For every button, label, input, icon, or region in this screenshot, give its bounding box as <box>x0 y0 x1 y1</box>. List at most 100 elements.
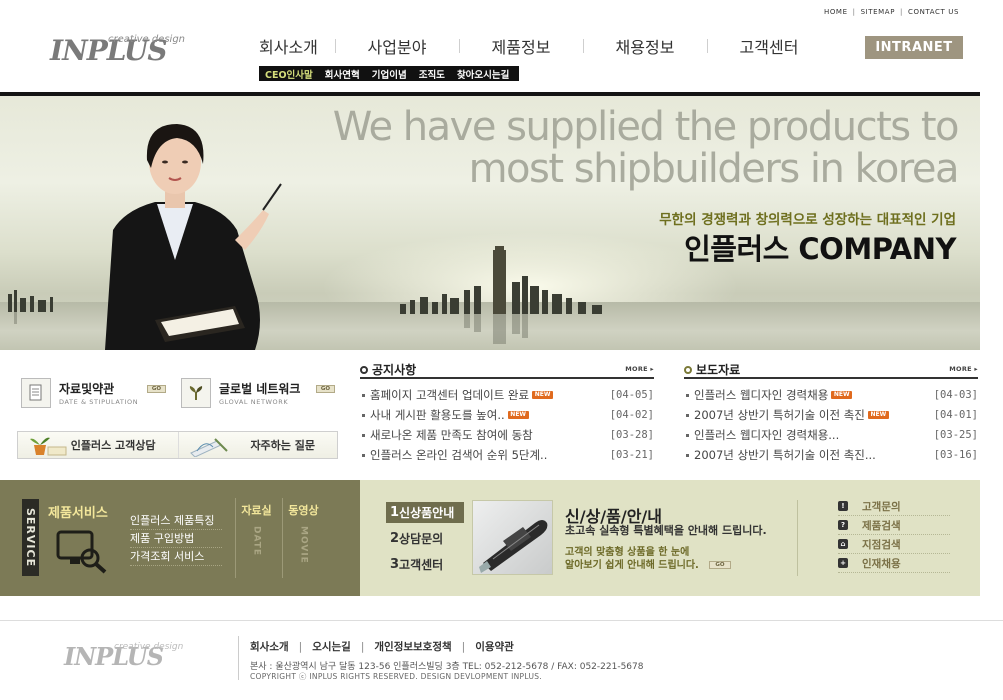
hero-banner: We have supplied the products to most sh… <box>0 92 980 350</box>
subnav-organization[interactable]: 조직도 <box>413 67 451 81</box>
subnav-ceo[interactable]: CEO인사말 <box>263 67 319 81</box>
cs-link-branch-search[interactable]: ⌂ 지점검색 <box>838 535 950 554</box>
consult-bar: 인플러스 고객상담 자주하는 질문 <box>17 431 338 459</box>
press-item[interactable]: 2007년 상반기 특허기술 이전 촉진... [03-16] <box>684 445 978 465</box>
nav-company[interactable]: 회사소개 <box>245 34 335 58</box>
subnav-location[interactable]: 찾아오시는길 <box>451 67 515 81</box>
new-badge: NEW <box>532 391 554 399</box>
question-icon: ? <box>838 520 848 530</box>
notice-board: 공지사항 MORE ▸ 홈페이지 고객센터 업데이트 완료 NEW [04-05] … <box>360 362 654 465</box>
new-badge: NEW <box>831 391 853 399</box>
intranet-button[interactable]: INTRANET <box>865 36 963 59</box>
product-go-button[interactable]: GO <box>709 561 731 569</box>
service-vertical-label: SERVICE <box>22 499 39 576</box>
quick-link-documents[interactable]: 자료및약관 DATE & STIPULATION <box>21 378 138 408</box>
logo[interactable]: INPLUS creative design <box>50 28 190 72</box>
house-icon: ⌂ <box>838 539 848 549</box>
plant-pot-icon <box>30 437 67 456</box>
hero-company-name: 인플러스 COMPANY <box>684 232 956 266</box>
press-date: [03-16] <box>933 449 978 461</box>
product-tabs: 1 신상품안내 2 상담문의 3 고객센터 <box>386 502 464 580</box>
product-description: 고객의 맞춤형 상품을 한 눈에 알아보기 쉽게 안내해 드립니다. <box>565 547 699 571</box>
faq-link[interactable]: 자주하는 질문 <box>177 432 338 458</box>
notice-date: [03-28] <box>609 429 654 441</box>
press-date: [03-25] <box>933 429 978 441</box>
cs-link-inquiry[interactable]: ! 고객문의 <box>838 497 950 516</box>
notice-date: [03-21] <box>609 449 654 461</box>
service-link-purchase[interactable]: 제품 구입방법 <box>130 530 222 548</box>
documents-go-button[interactable]: GO <box>147 385 166 393</box>
tab-consult[interactable]: 2 상담문의 <box>386 528 464 549</box>
document-icon <box>21 378 51 408</box>
businesswoman-image <box>105 124 282 350</box>
notice-more-link[interactable]: MORE ▸ <box>625 365 654 373</box>
product-image[interactable] <box>472 500 553 575</box>
service-archive-link[interactable]: 자료실 DATE <box>235 498 277 578</box>
customer-consult-link[interactable]: 인플러스 고객상담 <box>18 432 178 458</box>
util-home-link[interactable]: HOME <box>824 8 848 16</box>
footer-link-location[interactable]: 오시는길 <box>312 641 351 653</box>
monitor-magnifier-icon <box>56 530 107 574</box>
footer-link-company[interactable]: 회사소개 <box>250 641 289 653</box>
cs-link-recruit[interactable]: + 인재채용 <box>838 554 950 573</box>
tab-new-product[interactable]: 1 신상품안내 <box>386 502 464 523</box>
quick-link-documents-title: 자료및약관 <box>59 382 115 396</box>
customer-service-links: ! 고객문의 ? 제품검색 ⌂ 지점검색 + 인재채용 <box>838 497 950 573</box>
divider <box>797 500 798 576</box>
footer-copyright: COPYRIGHT ⓒ INPLUS RIGHTS RESERVED. DESI… <box>250 672 542 681</box>
notice-item[interactable]: 사내 게시판 활용도를 높여.. NEW [04-02] <box>360 405 654 425</box>
footer-link-privacy[interactable]: 개인정보보호정책 <box>374 641 451 653</box>
nav-recruit[interactable]: 채용정보 <box>583 34 707 58</box>
service-link-features[interactable]: 인플러스 제품특징 <box>130 512 222 530</box>
logo-subtext: creative design <box>108 34 186 45</box>
notice-date: [04-02] <box>609 409 654 421</box>
quick-link-global-sub: GLOVAL NETWORK <box>219 398 289 406</box>
hero-slogan-line2: most shipbuilders in korea <box>468 146 960 192</box>
press-board: 보도자료 MORE ▸ 인플러스 웹디자인 경력채용 NEW [04-03] 200… <box>684 362 978 465</box>
video-sub: MOVIE <box>298 526 309 564</box>
cs-link-product-search[interactable]: ? 제품검색 <box>838 516 950 535</box>
press-more-link[interactable]: MORE ▸ <box>949 365 978 373</box>
notice-item[interactable]: 새로나온 제품 만족도 참여에 동참 [03-28] <box>360 425 654 445</box>
footer-logo: INPLUS creative design <box>64 638 184 674</box>
press-title: 보도자료 <box>696 363 741 377</box>
footer-link-terms[interactable]: 이용약관 <box>475 641 514 653</box>
footer-divider <box>238 636 239 680</box>
new-badge: NEW <box>507 411 529 419</box>
press-item[interactable]: 2007년 상반기 특허기술 이전 촉진 NEW [04-01] <box>684 405 978 425</box>
main-nav: 회사소개 사업분야 제품정보 채용정보 고객센터 <box>245 34 831 58</box>
press-item[interactable]: 인플러스 웹디자인 경력채용... [03-25] <box>684 425 978 445</box>
subnav-history[interactable]: 회사연혁 <box>319 67 366 81</box>
quick-link-global-title: 글로벌 네트워크 <box>219 382 301 396</box>
notice-date: [04-05] <box>609 389 654 401</box>
globe-plant-icon <box>181 378 211 408</box>
nav-products[interactable]: 제품정보 <box>459 34 583 58</box>
pen-notes-icon <box>189 438 228 457</box>
nav-business[interactable]: 사업분야 <box>335 34 459 58</box>
subnav-philosophy[interactable]: 기업이념 <box>366 67 413 81</box>
notice-item[interactable]: 홈페이지 고객센터 업데이트 완료 NEW [04-05] <box>360 385 654 405</box>
press-item[interactable]: 인플러스 웹디자인 경력채용 NEW [04-03] <box>684 385 978 405</box>
hero-tagline: 무한의 경쟁력과 창의력으로 성장하는 대표적인 기업 <box>659 212 956 228</box>
tab-customer-center[interactable]: 3 고객센터 <box>386 554 464 575</box>
notice-item[interactable]: 인플러스 온라인 검색어 순위 5단계.. [03-21] <box>360 445 654 465</box>
customer-consult-label: 인플러스 고객상담 <box>70 439 156 452</box>
footer-top-border <box>0 620 1003 621</box>
service-link-price[interactable]: 가격조회 서비스 <box>130 548 222 566</box>
quick-link-global-network[interactable]: 글로벌 네트워크 GLOVAL NETWORK <box>181 378 300 408</box>
product-subtitle: 초고속 실속형 특별혜택을 안내해 드립니다. <box>565 524 767 537</box>
hero-slogan-line1: We have supplied the products to <box>332 104 960 150</box>
archive-sub: DATE <box>251 526 262 557</box>
util-contact-link[interactable]: CONTACT US <box>908 8 959 16</box>
util-sitemap-link[interactable]: SITEMAP <box>861 8 895 16</box>
service-video-link[interactable]: 동영상 MOVIE <box>282 498 324 578</box>
service-links: 인플러스 제품특징 제품 구입방법 가격조회 서비스 <box>130 512 222 566</box>
header: HOME | SITEMAP | CONTACT US INPLUS creative … <box>0 0 1003 92</box>
utility-nav: HOME | SITEMAP | CONTACT US <box>823 8 959 16</box>
footer-logo-subtext: creative design <box>114 642 184 652</box>
plus-icon: + <box>838 558 848 568</box>
press-date: [04-03] <box>933 389 978 401</box>
nav-customer[interactable]: 고객센터 <box>707 34 831 58</box>
quick-link-documents-sub: DATE & STIPULATION <box>59 398 139 406</box>
global-go-button[interactable]: GO <box>316 385 335 393</box>
